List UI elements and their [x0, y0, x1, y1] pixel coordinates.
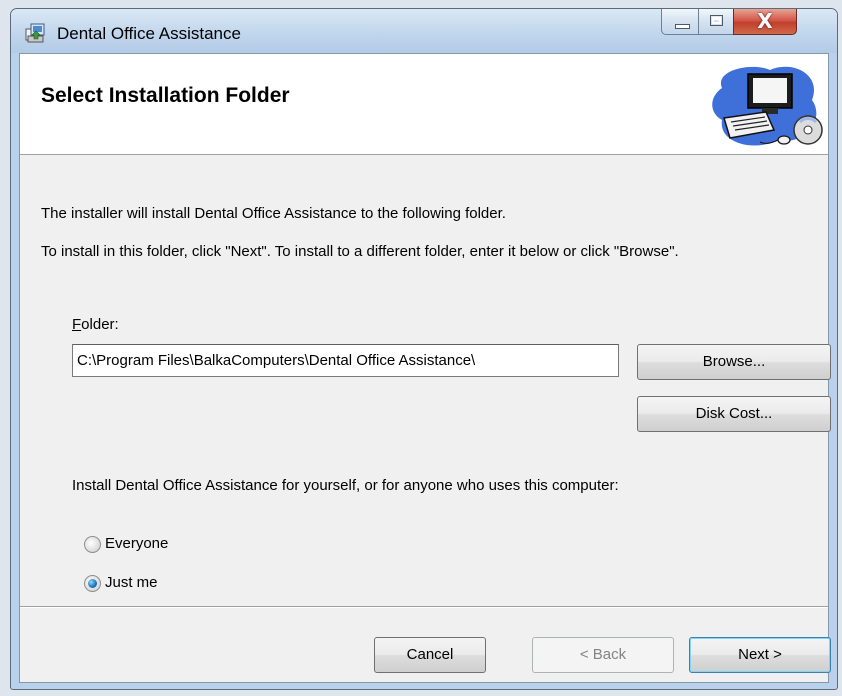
footer-separator	[20, 606, 828, 608]
instructions-text: To install in this folder, click "Next".…	[41, 243, 679, 260]
intro-text: The installer will install Dental Office…	[41, 205, 506, 222]
minimize-icon	[675, 24, 690, 29]
title-bar[interactable]: Dental Office Assistance X	[11, 9, 837, 53]
folder-label-rest: older:	[81, 316, 119, 333]
page-title: Select Installation Folder	[41, 84, 290, 107]
cancel-button[interactable]: Cancel	[374, 637, 486, 673]
next-button[interactable]: Next >	[689, 637, 831, 673]
browse-button[interactable]: Browse...	[637, 344, 831, 380]
close-button[interactable]: X	[733, 9, 797, 35]
folder-path-input[interactable]	[72, 344, 619, 377]
header-banner: Select Installation Folder	[20, 54, 828, 155]
folder-label: Folder:	[72, 316, 119, 333]
disk-cost-button[interactable]: Disk Cost...	[637, 396, 831, 432]
minimize-button[interactable]	[661, 9, 699, 35]
radio-button-everyone[interactable]	[84, 536, 101, 553]
installer-window: Dental Office Assistance X Select Instal…	[10, 8, 838, 690]
maximize-icon	[710, 15, 723, 26]
install-for-text: Install Dental Office Assistance for you…	[72, 477, 619, 494]
folder-label-accelerator: F	[72, 316, 82, 333]
installer-app-icon	[25, 23, 45, 43]
radio-button-just-me[interactable]	[84, 575, 101, 592]
dialog-client-area: Select Installation Folder The installer…	[19, 53, 831, 683]
radio-label-just-me: Just me	[105, 574, 158, 591]
close-icon: X	[757, 9, 773, 33]
computer-setup-icon	[712, 66, 823, 146]
radio-label-everyone: Everyone	[105, 535, 169, 552]
back-button[interactable]: < Back	[532, 637, 674, 673]
window-title: Dental Office Assistance	[57, 24, 241, 43]
maximize-button[interactable]	[698, 9, 734, 35]
